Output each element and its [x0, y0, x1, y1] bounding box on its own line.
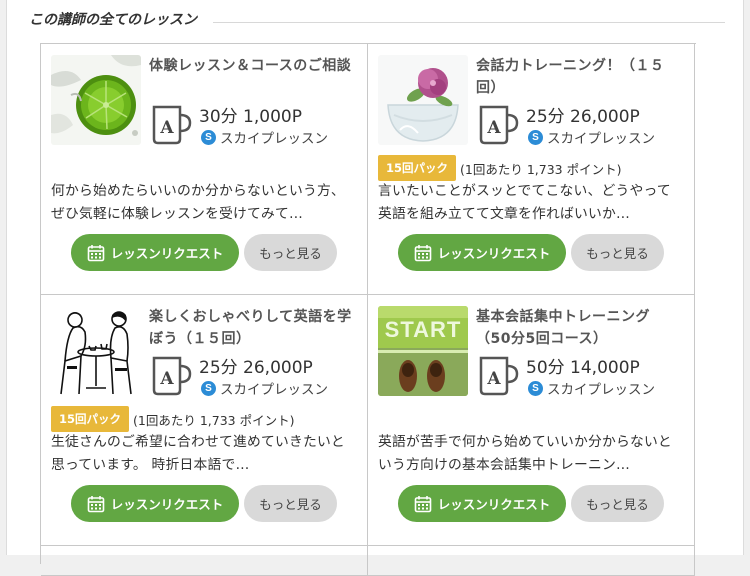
calendar-icon [414, 244, 432, 261]
platform-row: S スカイプレッスン [201, 378, 328, 398]
lesson-description: 何から始めたらいいのか分からないという方、ぜひ気軽に体験レッスンを受けてみて… [51, 183, 345, 222]
lesson-request-button[interactable]: レッスンリクエスト [398, 234, 566, 271]
request-label: レッスンリクエスト [110, 246, 224, 261]
lesson-thumbnail-start[interactable]: START [378, 306, 468, 396]
lesson-title[interactable]: 会話力トレーニング！（１５回） [476, 55, 681, 99]
skype-icon: S [528, 380, 543, 396]
svg-text:A: A [486, 369, 501, 389]
lesson-card: 楽しくおしゃべりして英語を学ぼう（１５回） A 25分 26,000P S スカ… [41, 295, 368, 546]
lesson-description: 生徒さんのご希望に合わせて進めていきたいと思っています。 時折日本語で… [51, 434, 345, 473]
lesson-request-button[interactable]: レッスンリクエスト [71, 485, 239, 522]
more-button[interactable]: もっと見る [244, 234, 337, 271]
lesson-title[interactable]: 楽しくおしゃべりして英語を学ぼう（１５回） [149, 306, 354, 350]
mug-icon: A [150, 101, 194, 145]
more-button[interactable]: もっと見る [244, 485, 337, 522]
lesson-thumbnail-flower[interactable] [378, 55, 468, 145]
mug-icon: A [150, 352, 194, 396]
svg-text:A: A [486, 118, 501, 138]
lesson-card-partial [368, 546, 695, 576]
lesson-thumbnail-cafe[interactable] [51, 306, 141, 396]
pack-badge: 15回パック [51, 406, 130, 432]
skype-icon: S [201, 380, 216, 396]
lesson-card: START 基本会話集中トレーニング（50分5回コース） A 50分 14,00… [368, 295, 695, 546]
mug-icon: A [477, 101, 521, 145]
lesson-card-partial [41, 546, 368, 576]
platform-label: スカイプレッスン [547, 382, 655, 398]
request-label: レッスンリクエスト [110, 497, 224, 512]
lesson-title[interactable]: 基本会話集中トレーニング（50分5回コース） [476, 306, 681, 350]
pack-note: (1回あたり 1,733 ポイント) [133, 412, 295, 428]
mug-icon: A [477, 352, 521, 396]
lesson-card: 体験レッスン＆コースのご相談 A 30分 1,000P S スカイプレッスン 何… [41, 44, 368, 295]
lesson-card: 会話力トレーニング！（１５回） A 25分 26,000P S スカイプレッスン… [368, 44, 695, 295]
lesson-price: 30分 1,000P [199, 107, 302, 127]
platform-label: スカイプレッスン [220, 382, 328, 398]
pack-row: 15回パック (1回あたり 1,733 ポイント) [378, 155, 621, 181]
more-button[interactable]: もっと見る [571, 485, 664, 522]
lesson-description: 言いたいことがスッとでてこない、どうやって英語を組み立てて文章を作ればいいか… [378, 183, 671, 222]
lesson-price: 50分 14,000P [526, 358, 640, 378]
skype-icon: S [528, 129, 543, 145]
calendar-icon [87, 244, 105, 261]
lesson-request-button[interactable]: レッスンリクエスト [71, 234, 239, 271]
request-label: レッスンリクエスト [437, 497, 551, 512]
platform-label: スカイプレッスン [547, 131, 655, 147]
calendar-icon [87, 495, 105, 512]
section-divider [213, 22, 725, 23]
svg-text:A: A [159, 118, 174, 138]
lesson-title[interactable]: 体験レッスン＆コースのご相談 [149, 55, 354, 77]
more-button[interactable]: もっと見る [571, 234, 664, 271]
request-label: レッスンリクエスト [437, 246, 551, 261]
calendar-icon [414, 495, 432, 512]
lesson-description: 英語が苦手で何から始めていいか分からないという方向けの基本会話集中トレーニン… [378, 434, 672, 473]
skype-icon: S [201, 129, 216, 145]
pack-badge: 15回パック [378, 155, 457, 181]
platform-row: S スカイプレッスン [528, 127, 655, 147]
section-title: この講師の全てのレッスン [29, 12, 197, 28]
pack-note: (1回あたり 1,733 ポイント) [460, 161, 622, 177]
platform-row: S スカイプレッスン [201, 127, 328, 147]
platform-label: スカイプレッスン [220, 131, 328, 147]
lesson-request-button[interactable]: レッスンリクエスト [398, 485, 566, 522]
lesson-price: 25分 26,000P [526, 107, 640, 127]
svg-text:START: START [385, 317, 462, 342]
pack-row: 15回パック (1回あたり 1,733 ポイント) [51, 406, 294, 432]
svg-text:A: A [159, 369, 174, 389]
lesson-thumbnail-lime[interactable] [51, 55, 141, 145]
lesson-price: 25分 26,000P [199, 358, 313, 378]
lesson-grid: 体験レッスン＆コースのご相談 A 30分 1,000P S スカイプレッスン 何… [40, 43, 696, 576]
platform-row: S スカイプレッスン [528, 378, 655, 398]
